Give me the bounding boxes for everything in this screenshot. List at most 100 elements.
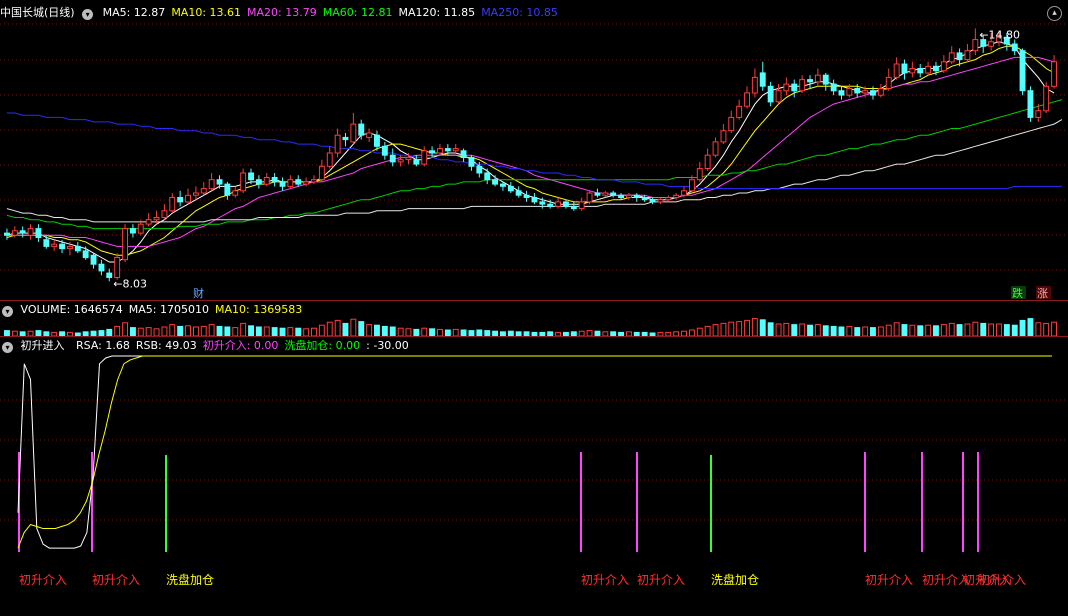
chevron-down-icon[interactable]: ▾ [2,342,13,353]
volume-bar [712,324,719,337]
candle [35,224,42,242]
die-marker[interactable]: 跌 [1012,286,1023,300]
volume-bar [956,324,963,337]
indicator-title: 初升进入 [20,339,65,352]
candle [51,239,58,251]
candle [1043,81,1050,113]
candle [122,224,128,262]
candle [570,201,577,211]
volume-bar [263,326,270,337]
signal-label: 初升介入 [637,573,685,587]
candle [484,168,491,185]
candle [626,193,632,200]
ma-legend-item-1: MA10: 13.61 [171,6,242,19]
candle [200,181,207,196]
candle [665,195,672,202]
volume-bar [846,325,853,337]
candle [893,57,900,80]
volume-bar [736,321,743,337]
signal-label: 洗盘加仓 [166,572,214,587]
candle [515,186,522,198]
finance-marker[interactable]: 财 [193,286,204,300]
candle [814,68,821,87]
candle [295,175,302,187]
candle [759,61,766,91]
volume-bar [255,326,262,337]
volume-bar [122,322,128,337]
low-price-label: ←8.03 [113,277,147,290]
candle [1011,39,1018,56]
candle [767,81,774,107]
volume-bar [814,324,821,337]
volume-bar [1011,324,1018,337]
candle [397,155,404,167]
volume-bar [413,328,420,337]
volume-bar [279,327,286,337]
volume-bar [374,324,380,337]
volume-bar [421,327,428,337]
candle [342,132,349,147]
candle [468,155,475,171]
volume-bar [870,327,876,337]
candle [114,253,121,280]
volume-bar [208,324,215,337]
volume-bar [216,325,223,337]
candle [720,124,727,145]
candle [885,68,892,91]
candle [279,177,286,191]
indicator-lines [17,355,1052,549]
candle [287,175,294,189]
candle [145,213,152,227]
volume-bar [169,324,176,337]
candle [775,84,782,105]
candle [193,186,199,200]
volume-bar [980,322,987,337]
candle [712,137,719,158]
volume-bar [830,325,837,337]
ma-legend-item-5: MA250: 10.85 [481,6,558,19]
candle [224,181,231,200]
volume-bars [4,318,1057,337]
volume-bar [437,328,443,337]
volume-bar [799,323,806,337]
volume-bar [137,327,144,337]
volume-bar [704,325,711,337]
volume-bar [271,327,278,337]
volume-bar [854,327,861,337]
candle [326,146,333,169]
candle [177,190,184,207]
volume-bar [366,324,373,337]
indicator-legend-item-4: : -30.00 [366,339,409,352]
candle [1027,86,1034,122]
candle [594,188,601,198]
indicator-legend: RSA: 1.68 RSB: 49.03 初升介入: 0.00 洗盘加仓: 0.00:… [76,339,415,352]
volume-bar [838,326,845,337]
volume-bar [1003,324,1010,337]
moving-average-lines [6,41,1063,263]
chart-title: 中国长城(日线) [0,6,75,19]
volume-bar [342,322,349,337]
volume-bar [940,324,947,337]
volume-bar [933,325,939,337]
candle [807,75,813,89]
candle [586,190,593,205]
volume-bar [177,325,184,337]
volume-bar [948,322,955,337]
zhang-marker[interactable]: 涨 [1037,287,1048,300]
chevron-down-icon[interactable]: ▾ [82,9,94,20]
candle [822,72,829,91]
ma-legend: MA5: 12.87 MA10: 13.61 MA20: 13.79 MA60: 12… [103,6,564,19]
volume-bar [193,326,199,337]
candle [531,193,538,205]
volume-bar [389,326,396,337]
window-control-icon[interactable]: ▴ [1047,6,1062,21]
candle [507,181,514,194]
volume-bar [744,319,750,337]
rsb-line [17,355,1052,549]
volume-bar [901,324,908,337]
volume-bar [862,326,869,337]
candle [263,173,270,187]
candle [799,75,806,93]
chevron-down-icon[interactable]: ▾ [2,306,13,317]
signal-sticks [18,452,979,552]
